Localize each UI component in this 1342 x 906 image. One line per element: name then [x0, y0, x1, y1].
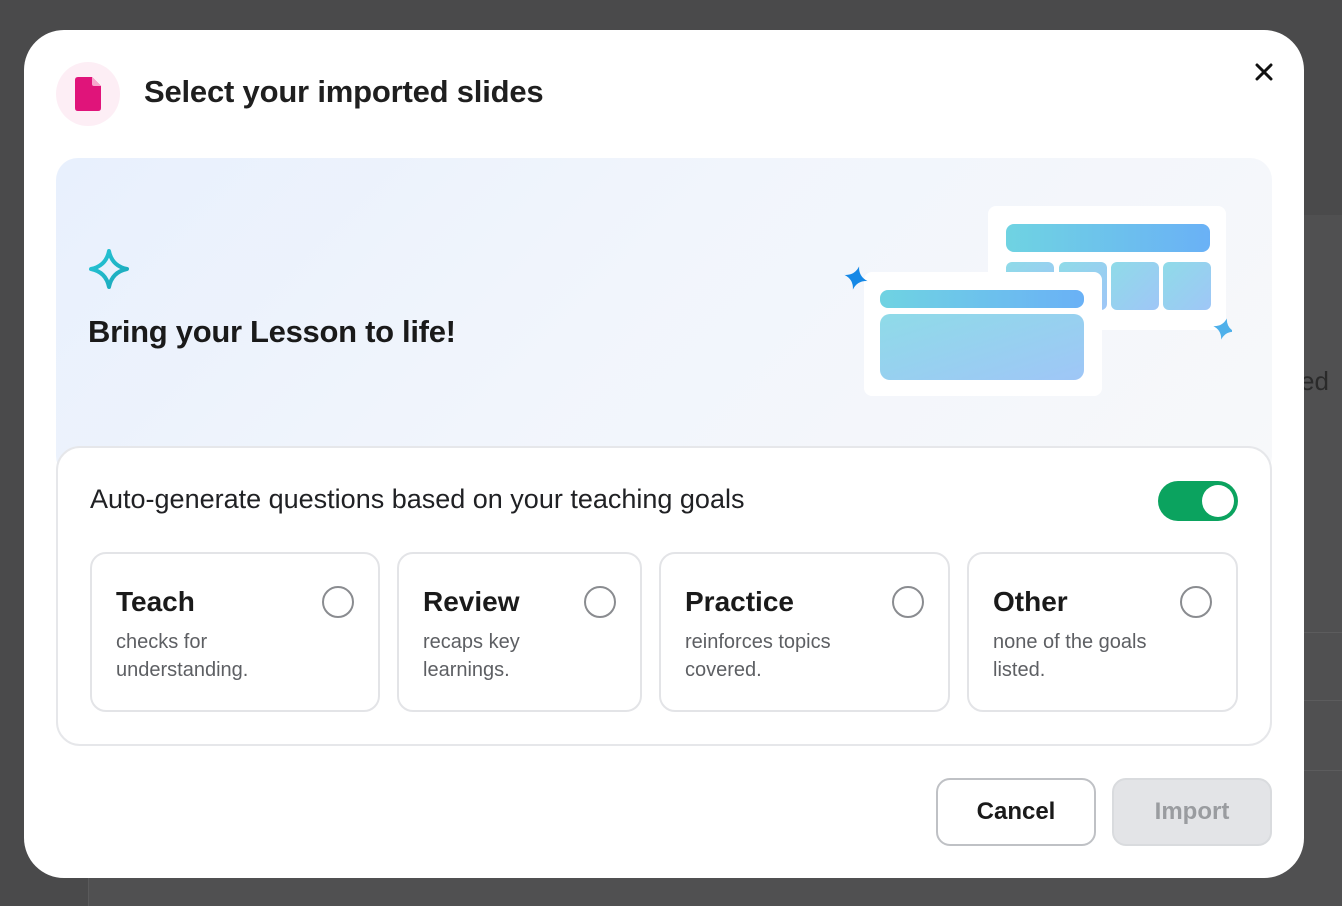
goal-option-practice[interactable]: Practice reinforces topics covered.: [659, 552, 950, 712]
auto-generate-toggle[interactable]: [1158, 481, 1238, 521]
goal-option-teach[interactable]: Teach checks for understanding.: [90, 552, 380, 712]
goal-description: reinforces topics covered.: [685, 631, 831, 681]
dialog-title: Select your imported slides: [144, 74, 544, 109]
goal-radio[interactable]: [1180, 586, 1212, 618]
sparkle-icon: [89, 249, 129, 289]
goal-radio[interactable]: [892, 586, 924, 618]
goal-option-other[interactable]: Other none of the goals listed.: [967, 552, 1238, 712]
goal-description: recaps key learnings.: [423, 631, 520, 681]
goal-title: Practice: [685, 586, 794, 617]
goal-radio[interactable]: [584, 586, 616, 618]
toggle-knob: [1202, 485, 1234, 517]
goal-title: Other: [993, 586, 1068, 617]
auto-generate-label: Auto-generate questions based on your te…: [90, 484, 745, 514]
goal-option-review[interactable]: Review recaps key learnings.: [397, 552, 642, 712]
teaching-goals-card: Auto-generate questions based on your te…: [56, 446, 1272, 746]
import-slides-dialog: Select your imported slides Bring your L…: [24, 30, 1304, 878]
slides-illustration: [844, 206, 1232, 396]
goal-title: Review: [423, 586, 520, 617]
close-icon: [1255, 63, 1273, 81]
close-button[interactable]: [1250, 58, 1278, 86]
hero-banner: Bring your Lesson to life!: [56, 158, 1272, 478]
goal-description: none of the goals listed.: [993, 631, 1147, 681]
goal-radio[interactable]: [322, 586, 354, 618]
hero-title: Bring your Lesson to life!: [88, 314, 456, 349]
background-text: ed: [1300, 366, 1329, 396]
goal-title: Teach: [116, 586, 195, 617]
document-icon: [75, 77, 101, 111]
goal-description: checks for understanding.: [116, 631, 249, 681]
import-button[interactable]: Import: [1112, 778, 1272, 846]
document-icon-badge: [56, 62, 120, 126]
cancel-button[interactable]: Cancel: [936, 778, 1096, 846]
